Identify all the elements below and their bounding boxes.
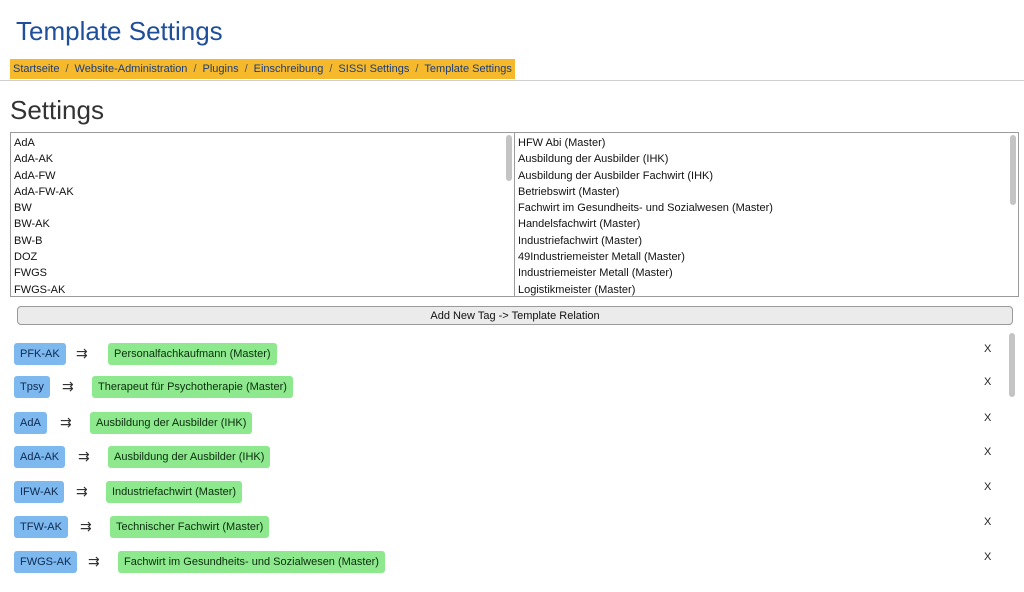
relation-tag: FWGS-AK [14,551,78,573]
relation-row: FWGS-AK ⇉ Fachwirt im Gesundheits- und S… [10,551,1000,575]
header-divider [0,80,1024,81]
relations-scrollbar[interactable] [1008,333,1016,583]
relations-list: PFK-AK ⇉ Personalfachkaufmann (Master) X… [10,333,1020,583]
relation-tag: IFW-AK [14,481,65,503]
breadcrumb-item-plugins[interactable]: Plugins [203,63,239,75]
template-option[interactable]: Ausbildung der Ausbilder Fachwirt (IHK) [518,168,1015,184]
remove-relation-button[interactable]: X [984,412,991,424]
template-option[interactable]: 49Industriemeister Metall (Master) [518,249,1015,265]
tag-option[interactable]: DOZ [14,249,511,265]
remove-relation-button[interactable]: X [984,446,991,458]
relation-template: Technischer Fachwirt (Master) [110,516,270,538]
template-option[interactable]: Industriemeister Metall (Master) [518,265,1015,281]
template-option[interactable]: Ausbildung der Ausbilder (IHK) [518,151,1015,167]
breadcrumb-separator: / [65,63,69,75]
relation-arrow-icon: ⇉ [76,345,88,361]
tag-option[interactable]: AdA [14,135,511,151]
relation-tag: Tpsy [14,376,50,398]
tag-option[interactable]: AdA-FW [14,168,511,184]
relation-template: Personalfachkaufmann (Master) [108,343,277,365]
tag-option[interactable]: AdA-FW-AK [14,184,511,200]
relation-template: Ausbildung der Ausbilder (IHK) [108,446,271,468]
template-option[interactable]: HFW Abi (Master) [518,135,1015,151]
tag-option[interactable]: BW-AK [14,216,511,232]
relation-tag: TFW-AK [14,516,68,538]
template-select-list[interactable]: HFW Abi (Master) Ausbildung der Ausbilde… [514,132,1019,297]
relation-row: PFK-AK ⇉ Personalfachkaufmann (Master) X [10,343,1000,367]
template-option[interactable]: Logistikmeister (Master) [518,282,1015,296]
relation-row: TFW-AK ⇉ Technischer Fachwirt (Master) X [10,516,1000,540]
template-list-scrollbar[interactable] [1010,135,1016,293]
template-option[interactable]: Betriebswirt (Master) [518,184,1015,200]
tag-option[interactable]: FWGS [14,265,511,281]
template-option[interactable]: Fachwirt im Gesundheits- und Sozialwesen… [518,200,1015,216]
tag-select-list[interactable]: AdA AdA-AK AdA-FW AdA-FW-AK BW BW-AK BW-… [10,132,515,297]
breadcrumb-item-startseite[interactable]: Startseite [13,63,59,75]
tag-option[interactable]: BW [14,200,511,216]
remove-relation-button[interactable]: X [984,516,991,528]
relation-arrow-icon: ⇉ [62,378,74,394]
breadcrumb: Startseite / Website-Administration / Pl… [10,59,515,79]
tag-option[interactable]: BW-B [14,233,511,249]
relation-template: Therapeut für Psychotherapie (Master) [92,376,293,398]
relation-row: AdA ⇉ Ausbildung der Ausbilder (IHK) X [10,412,1000,436]
breadcrumb-separator: / [193,63,197,75]
tag-list-scrollbar[interactable] [506,135,512,293]
relation-arrow-icon: ⇉ [88,553,100,569]
settings-heading: Settings [10,95,104,125]
remove-relation-button[interactable]: X [984,481,991,493]
tag-list-scroll-thumb[interactable] [506,135,512,181]
breadcrumb-item-einschreibung[interactable]: Einschreibung [254,63,324,75]
relation-tag: AdA [14,412,47,434]
add-relation-button[interactable]: Add New Tag -> Template Relation [17,306,1013,325]
relation-arrow-icon: ⇉ [76,483,88,499]
remove-relation-button[interactable]: X [984,551,991,563]
page-title: Template Settings [16,16,223,46]
relation-arrow-icon: ⇉ [60,414,72,430]
relation-tag: AdA-AK [14,446,66,468]
relations-scroll-thumb[interactable] [1009,333,1015,397]
relation-row: AdA-AK ⇉ Ausbildung der Ausbilder (IHK) … [10,446,1000,470]
tag-option[interactable]: FWGS-AK [14,282,511,296]
breadcrumb-separator: / [329,63,333,75]
breadcrumb-item-sissi-settings[interactable]: SISSI Settings [338,63,409,75]
relation-arrow-icon: ⇉ [78,448,90,464]
breadcrumb-item-website-administration[interactable]: Website-Administration [75,63,188,75]
breadcrumb-separator: / [244,63,248,75]
relation-template: Fachwirt im Gesundheits- und Sozialwesen… [118,551,385,573]
remove-relation-button[interactable]: X [984,376,991,388]
relation-tag: PFK-AK [14,343,66,365]
template-list-scroll-thumb[interactable] [1010,135,1016,205]
relation-row: Tpsy ⇉ Therapeut für Psychotherapie (Mas… [10,376,1000,400]
relation-template: Ausbildung der Ausbilder (IHK) [90,412,253,434]
relation-template: Industriefachwirt (Master) [106,481,243,503]
template-option[interactable]: Handelsfachwirt (Master) [518,216,1015,232]
relation-row: IFW-AK ⇉ Industriefachwirt (Master) X [10,481,1000,505]
remove-relation-button[interactable]: X [984,343,991,355]
relation-arrow-icon: ⇉ [80,518,92,534]
tag-option[interactable]: AdA-AK [14,151,511,167]
breadcrumb-separator: / [415,63,419,75]
template-option[interactable]: Industriefachwirt (Master) [518,233,1015,249]
breadcrumb-item-template-settings[interactable]: Template Settings [424,63,511,75]
